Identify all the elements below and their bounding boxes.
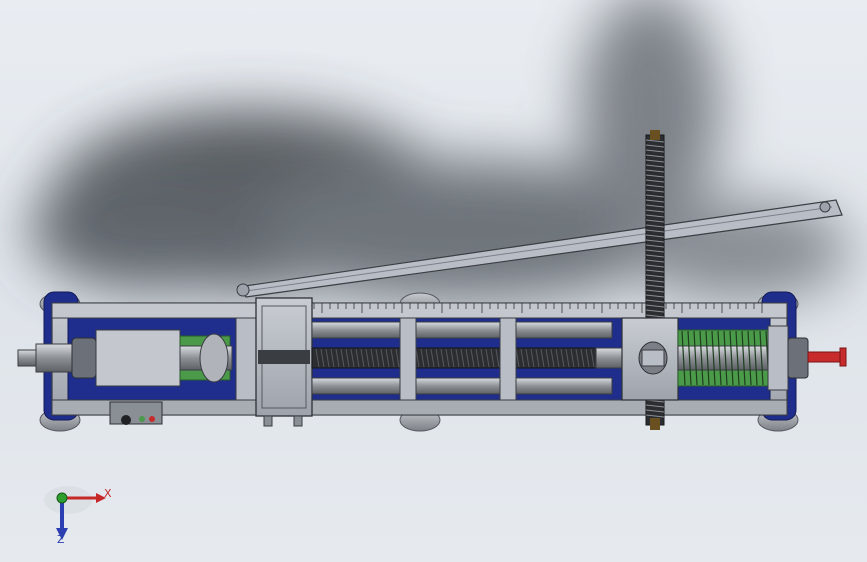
y-axis-dot (56, 492, 68, 504)
red-handle (787, 337, 847, 379)
x-axis-label: X (104, 487, 112, 500)
cad-viewport[interactable]: X Z (0, 0, 867, 562)
blurred-background-shadow (30, 0, 850, 300)
coordinate-triad: X Z (40, 478, 120, 548)
z-axis-label: Z (57, 533, 65, 546)
carriage (621, 317, 679, 401)
spring-cylinder (677, 325, 789, 391)
cad-model-scene[interactable] (0, 0, 867, 562)
guide-rails (311, 317, 625, 401)
